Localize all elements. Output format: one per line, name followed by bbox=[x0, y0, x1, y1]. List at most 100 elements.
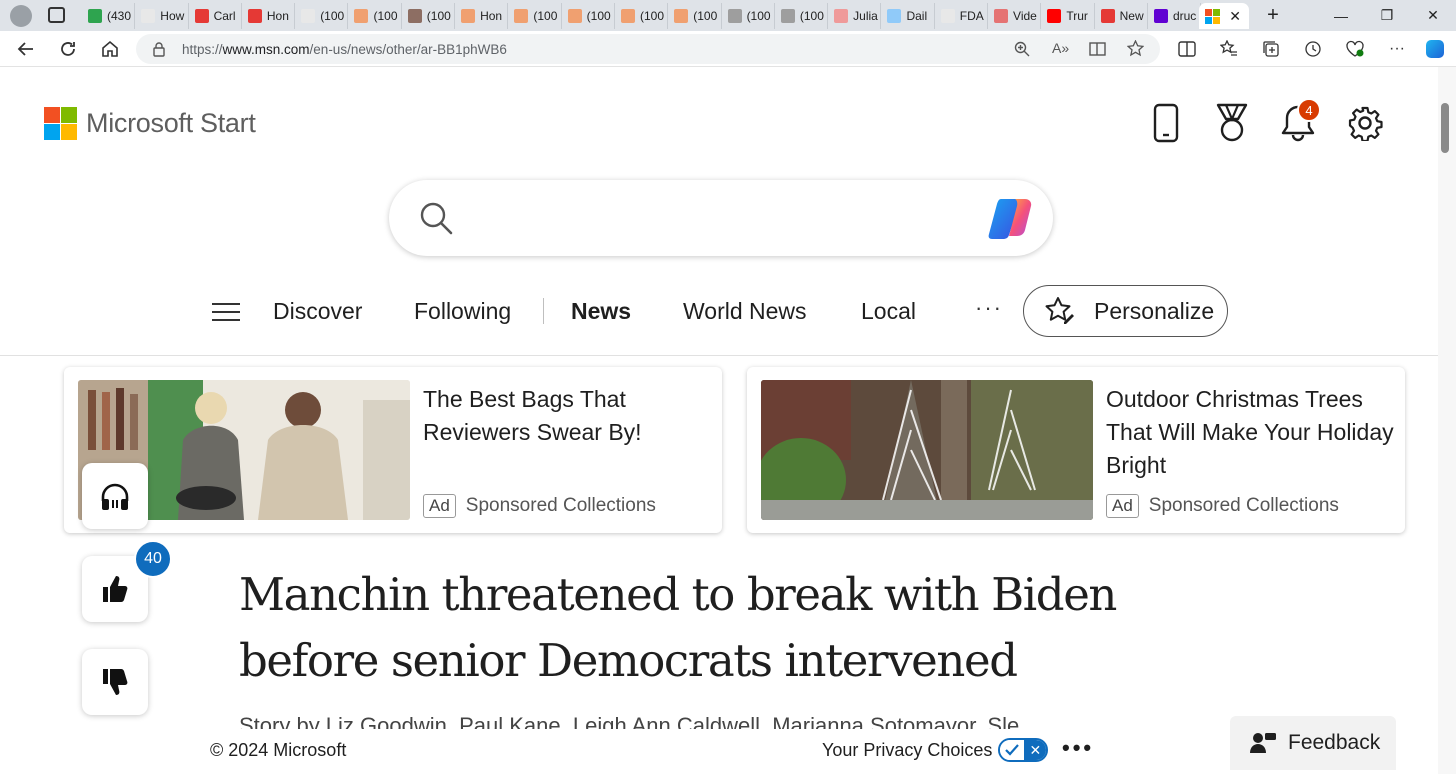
browser-tab[interactable]: Julia bbox=[828, 3, 882, 29]
browser-tab[interactable]: (100 bbox=[295, 3, 349, 29]
collections-icon[interactable] bbox=[1259, 37, 1283, 61]
ad-card-trees[interactable]: Outdoor Christmas Trees That Will Make Y… bbox=[747, 367, 1405, 533]
profile-avatar-icon[interactable] bbox=[10, 5, 32, 27]
browser-tab[interactable]: (100 bbox=[402, 3, 456, 29]
browser-tab[interactable]: (100 bbox=[348, 3, 402, 29]
split-screen-icon[interactable] bbox=[1175, 37, 1199, 61]
nav-item-discover[interactable]: Discover bbox=[273, 298, 362, 325]
copilot-icon[interactable] bbox=[987, 195, 1037, 241]
browser-tab[interactable]: (100 bbox=[722, 3, 775, 29]
close-window-button[interactable]: ✕ bbox=[1410, 0, 1456, 31]
nav-more-button[interactable]: ··· bbox=[975, 295, 1003, 321]
tab-favicon-icon bbox=[88, 9, 102, 23]
browser-tab[interactable]: Hon bbox=[455, 3, 509, 29]
ad-meta: Ad Sponsored Collections bbox=[1106, 494, 1339, 518]
browser-tab[interactable]: Hon bbox=[242, 3, 296, 29]
tab-label: Dail bbox=[906, 9, 928, 23]
settings-gear-icon[interactable] bbox=[1345, 103, 1385, 143]
home-button[interactable] bbox=[96, 35, 124, 63]
read-aloud-icon[interactable]: A» bbox=[1052, 40, 1069, 56]
browser-tab[interactable]: (100 bbox=[668, 3, 722, 29]
thumbs-up-icon bbox=[103, 576, 128, 602]
menu-hamburger-icon[interactable] bbox=[212, 303, 240, 327]
favorites-icon[interactable] bbox=[1217, 37, 1241, 61]
tab-label: Hon bbox=[266, 9, 289, 23]
browser-tab[interactable]: druc bbox=[1148, 3, 1202, 29]
ad-source: Sponsored Collections bbox=[1148, 495, 1339, 516]
nav-item-news[interactable]: News bbox=[571, 298, 631, 325]
tab-strip: (430 How Carl Hon (100 (100 (100 Hon (100 (100 (10… bbox=[82, 3, 1202, 29]
ad-title[interactable]: The Best Bags That Reviewers Swear By! bbox=[423, 383, 713, 449]
tab-favicon-icon bbox=[1047, 9, 1062, 23]
privacy-choices-link[interactable]: Your Privacy Choices ✕ bbox=[822, 738, 1049, 762]
tab-active-msn[interactable]: ✕ bbox=[1199, 3, 1249, 29]
browser-tab[interactable]: Trur bbox=[1041, 3, 1095, 29]
browser-tab[interactable]: (100 bbox=[562, 3, 615, 29]
tab-favicon-icon bbox=[141, 9, 156, 23]
home-icon bbox=[102, 40, 118, 57]
personalize-label: Personalize bbox=[1094, 297, 1215, 324]
copyright-text: © 2024 Microsoft bbox=[210, 740, 347, 760]
tab-label: (430 bbox=[107, 9, 132, 23]
tab-favicon-icon bbox=[887, 9, 902, 23]
tab-label: (100 bbox=[639, 9, 664, 23]
tab-label: (100 bbox=[533, 9, 558, 23]
nav-item-world-news[interactable]: World News bbox=[683, 298, 807, 325]
tab-label: Vide bbox=[1013, 9, 1037, 23]
nav-item-local[interactable]: Local bbox=[861, 298, 916, 325]
tab-label: (100 bbox=[320, 9, 345, 23]
dislike-button[interactable] bbox=[82, 649, 148, 715]
back-button[interactable] bbox=[12, 35, 40, 63]
mobile-app-icon[interactable] bbox=[1146, 103, 1186, 143]
notification-badge: 4 bbox=[1297, 98, 1321, 122]
lock-icon bbox=[153, 42, 165, 57]
microsoft-start-logo[interactable]: Microsoft Start bbox=[44, 107, 256, 140]
tab-favicon-icon bbox=[727, 9, 742, 23]
settings-more-icon[interactable]: ··· bbox=[1385, 37, 1409, 61]
browser-tab-bar: (430 How Carl Hon (100 (100 (100 Hon (100 (100 (10… bbox=[0, 0, 1456, 31]
logo-text: Microsoft Start bbox=[86, 108, 256, 138]
browser-tab[interactable]: (430 bbox=[82, 3, 136, 29]
footer-more-button[interactable]: ••• bbox=[1062, 735, 1094, 761]
refresh-button[interactable] bbox=[54, 35, 82, 63]
history-icon[interactable] bbox=[1301, 37, 1325, 61]
browser-essentials-icon[interactable] bbox=[1343, 37, 1367, 61]
tab-label: Julia bbox=[853, 9, 878, 23]
browser-tab[interactable]: (100 bbox=[775, 3, 829, 29]
close-tab-icon[interactable]: ✕ bbox=[1229, 8, 1241, 25]
search-box[interactable] bbox=[389, 180, 1053, 256]
copilot-sidebar-icon[interactable] bbox=[1423, 37, 1447, 61]
thumbs-down-icon bbox=[103, 669, 128, 695]
ad-badge: Ad bbox=[423, 494, 456, 518]
immersive-reader-icon bbox=[1089, 42, 1106, 56]
minimize-button[interactable]: — bbox=[1318, 0, 1364, 31]
url-field[interactable]: https://www.msn.com/en-us/news/other/ar-… bbox=[136, 34, 1160, 64]
browser-tab[interactable]: Dail bbox=[881, 3, 935, 29]
scrollbar-thumb[interactable] bbox=[1441, 103, 1449, 153]
rewards-medal-icon[interactable] bbox=[1212, 103, 1252, 143]
nav-item-following[interactable]: Following bbox=[414, 298, 511, 325]
browser-tab[interactable]: New bbox=[1095, 3, 1148, 29]
feedback-label: Feedback bbox=[1288, 731, 1381, 754]
personalize-button[interactable]: Personalize bbox=[1023, 285, 1228, 337]
page-scrollbar[interactable] bbox=[1438, 67, 1456, 774]
browser-tab[interactable]: (100 bbox=[615, 3, 669, 29]
feedback-icon bbox=[1250, 733, 1276, 753]
browser-tab[interactable]: Vide bbox=[988, 3, 1042, 29]
ad-title[interactable]: Outdoor Christmas Trees That Will Make Y… bbox=[1106, 383, 1396, 482]
ad-badge: Ad bbox=[1106, 494, 1139, 518]
ad-card-bags[interactable]: The Best Bags That Reviewers Swear By! A… bbox=[64, 367, 722, 533]
listen-button[interactable] bbox=[82, 463, 148, 529]
new-tab-button[interactable]: + bbox=[1250, 0, 1296, 31]
search-input[interactable] bbox=[469, 200, 969, 236]
browser-tab[interactable]: How bbox=[135, 3, 189, 29]
tab-favicon-icon bbox=[1100, 9, 1115, 23]
feedback-button[interactable]: Feedback bbox=[1230, 716, 1396, 770]
restore-button[interactable]: ❐ bbox=[1364, 0, 1410, 31]
browser-tab[interactable]: (100 bbox=[508, 3, 562, 29]
tab-label: (100 bbox=[746, 9, 771, 23]
browser-tab[interactable]: FDA bbox=[935, 3, 989, 29]
browser-tab[interactable]: Carl bbox=[189, 3, 242, 29]
tab-actions-icon[interactable] bbox=[48, 7, 65, 23]
tab-label: Trur bbox=[1066, 9, 1088, 23]
